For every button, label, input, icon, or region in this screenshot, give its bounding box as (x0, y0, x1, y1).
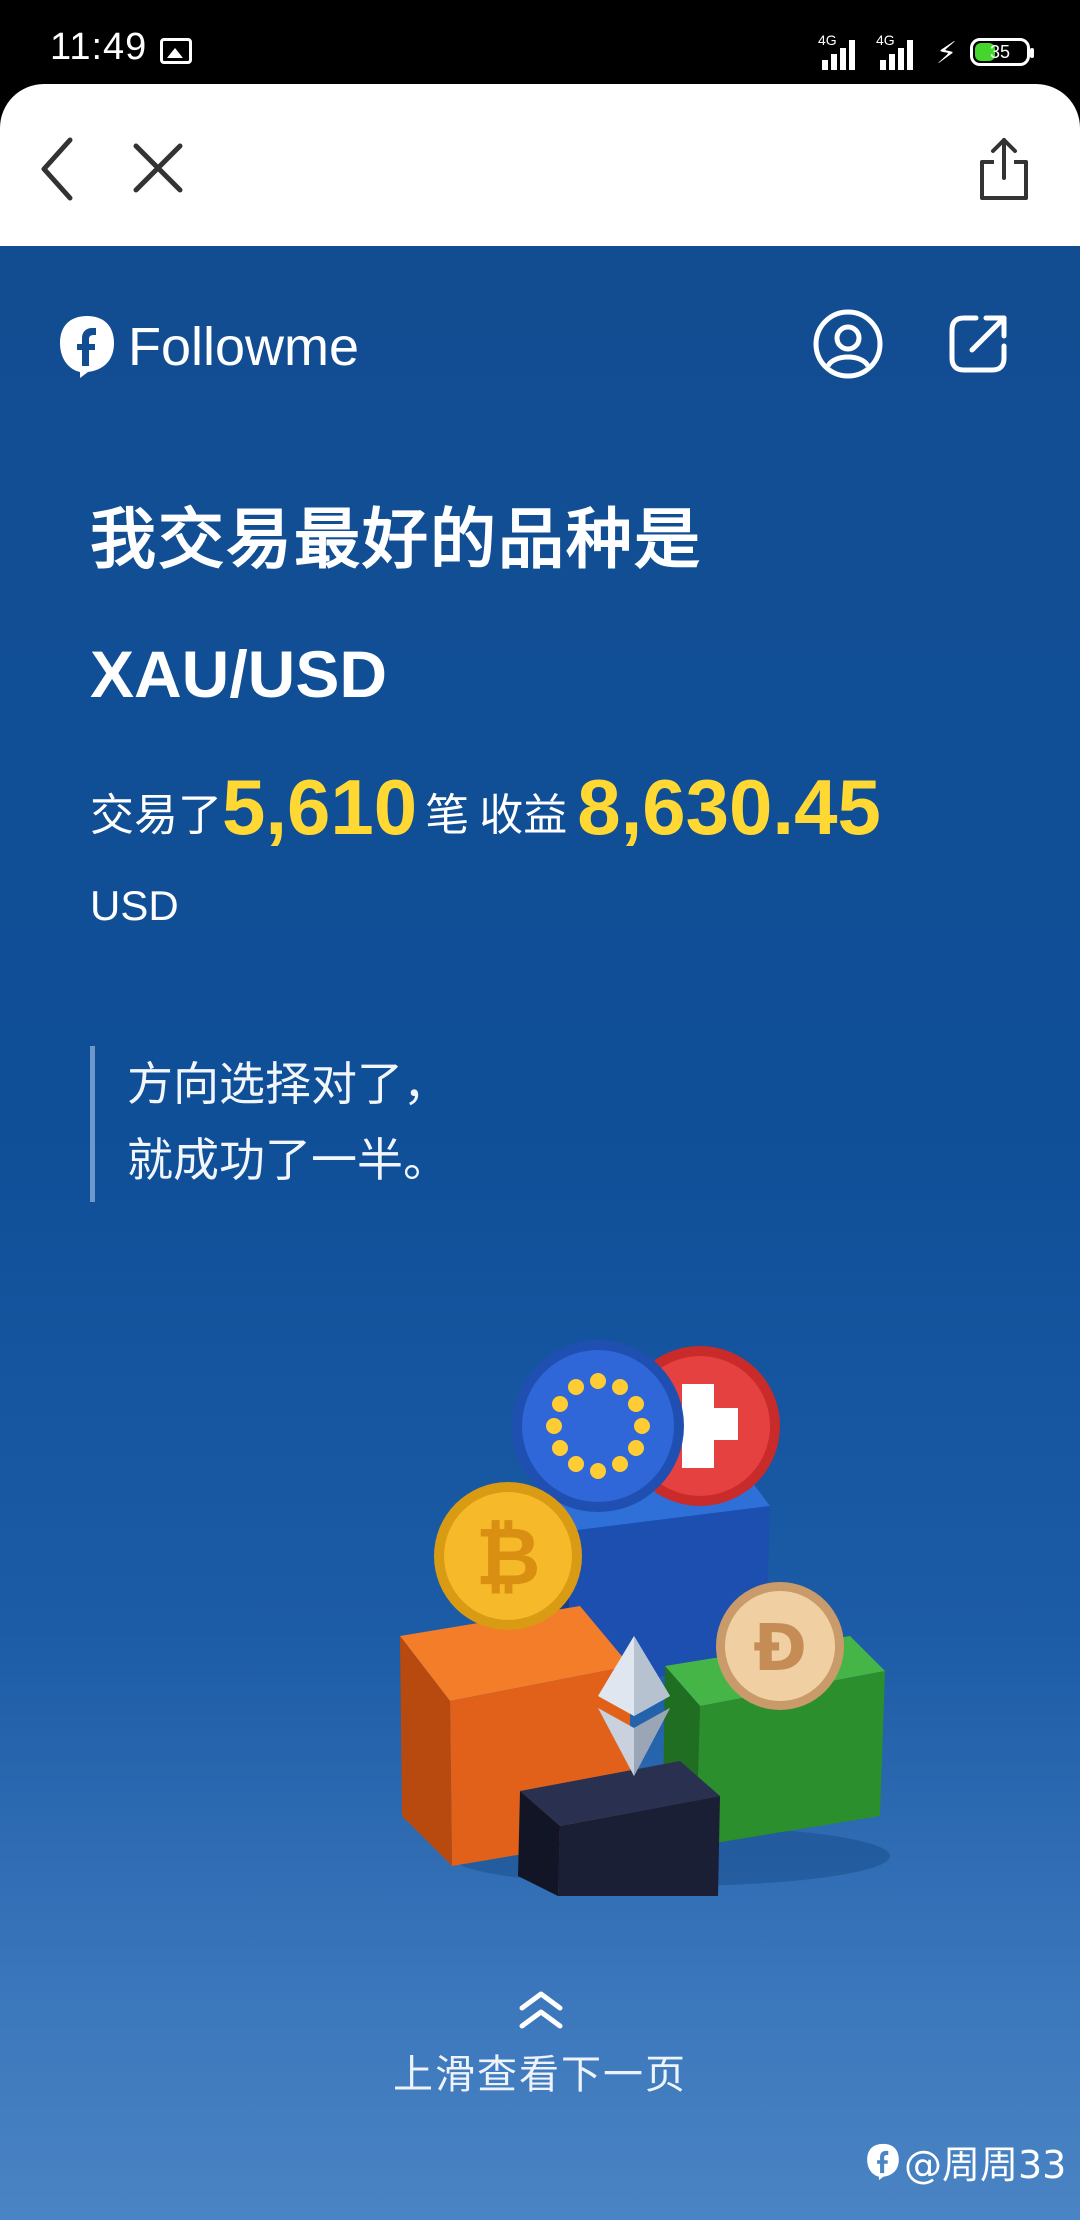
network-type-2: 4G (876, 32, 895, 48)
watermark: @周周33 (866, 2134, 1066, 2189)
profile-circle-icon[interactable] (812, 308, 884, 380)
image-notification-icon (160, 38, 192, 64)
browser-toolbar (0, 84, 1080, 246)
external-link-icon[interactable] (942, 308, 1014, 380)
profit-currency: USD (90, 882, 179, 929)
profit-value: 8,630.45 (577, 763, 881, 851)
quote-block: 方向选择对了， 就成功了一半。 (90, 1046, 449, 1202)
page-title: 我交易最好的品种是 (90, 501, 702, 578)
trade-count-unit: 笔 (425, 790, 470, 841)
battery-level: 35 (989, 42, 1011, 62)
followme-watermark-icon (867, 2143, 899, 2180)
brand: Followme (58, 312, 359, 382)
trade-count: 5,610 (222, 763, 418, 851)
trades-prefix: 交易了 (90, 790, 222, 841)
currency-blocks-illustration: ₿ Đ (400, 1340, 890, 1896)
share-icon[interactable] (976, 136, 1032, 202)
followme-logo-icon (60, 316, 114, 378)
profit-label: 收益 (479, 790, 568, 841)
status-time: 11:49 (50, 26, 148, 68)
watermark-text: @周周33 (904, 2143, 1067, 2187)
report-page: Followme 我交易最好的品种是 XAU/USD 交易了5,610 笔收益 8,… (0, 246, 1080, 2220)
signal-icon-2: 4G (876, 32, 926, 70)
battery-icon: 35 (970, 38, 1034, 66)
network-type-1: 4G (818, 32, 837, 48)
svg-text:₿: ₿ (475, 1510, 540, 1603)
charging-icon: ⚡ (936, 36, 958, 71)
brand-name: Followme (128, 317, 360, 377)
double-chevron-up-icon (519, 1991, 563, 2029)
svg-text:Đ: Đ (753, 1612, 807, 1686)
quote-line-2: 就成功了一半。 (127, 1133, 449, 1187)
best-symbol: XAU/USD (90, 637, 388, 711)
chevron-left-icon[interactable] (36, 134, 84, 204)
close-icon[interactable] (130, 140, 186, 196)
trade-stats: 交易了5,610 笔收益 8,630.45 (90, 762, 889, 853)
status-bar: 11:49 4G 4G ⚡ 35 (0, 0, 1080, 96)
swipe-hint[interactable]: 上滑查看下一页 (0, 2042, 1080, 2100)
signal-icon-1: 4G (818, 32, 868, 70)
quote-line-1: 方向选择对了， (127, 1057, 449, 1111)
